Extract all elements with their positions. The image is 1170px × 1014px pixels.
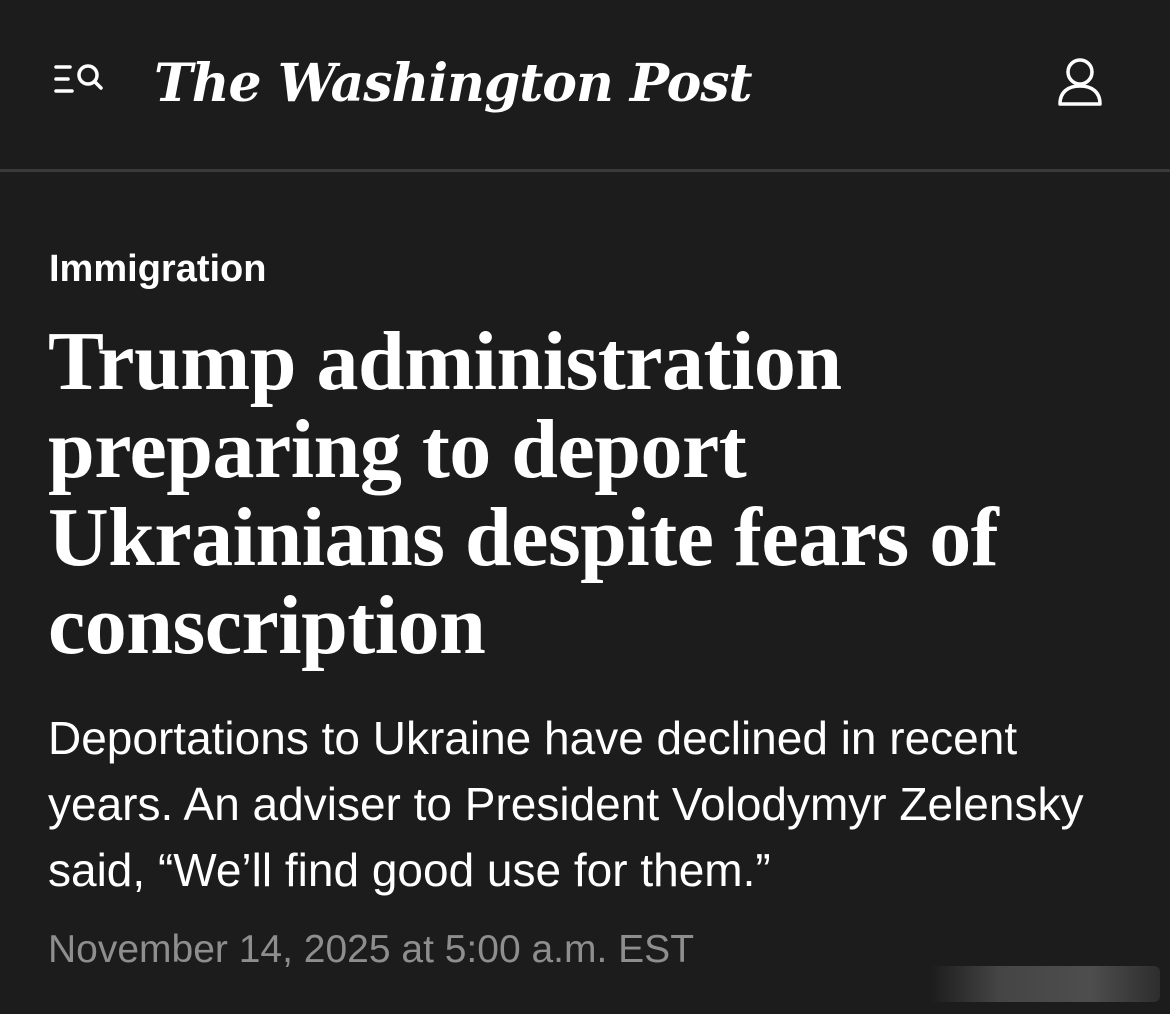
header-divider (0, 169, 1170, 172)
section-label[interactable]: Immigration (49, 246, 266, 292)
headline: Trump administration preparing to deport… (48, 315, 999, 672)
menu-search-icon (54, 64, 103, 93)
publish-timestamp: November 14, 2025 at 5:00 a.m. EST (48, 928, 695, 971)
watermark-overlay (930, 966, 1160, 1002)
account-button[interactable] (1050, 54, 1110, 114)
site-header: The Washington Post (0, 0, 1170, 169)
menu-search-button[interactable] (48, 58, 108, 108)
site-logo[interactable]: The Washington Post (154, 44, 753, 124)
user-icon (1058, 58, 1102, 106)
subheadline: Deportations to Ukraine have declined in… (48, 712, 1084, 896)
